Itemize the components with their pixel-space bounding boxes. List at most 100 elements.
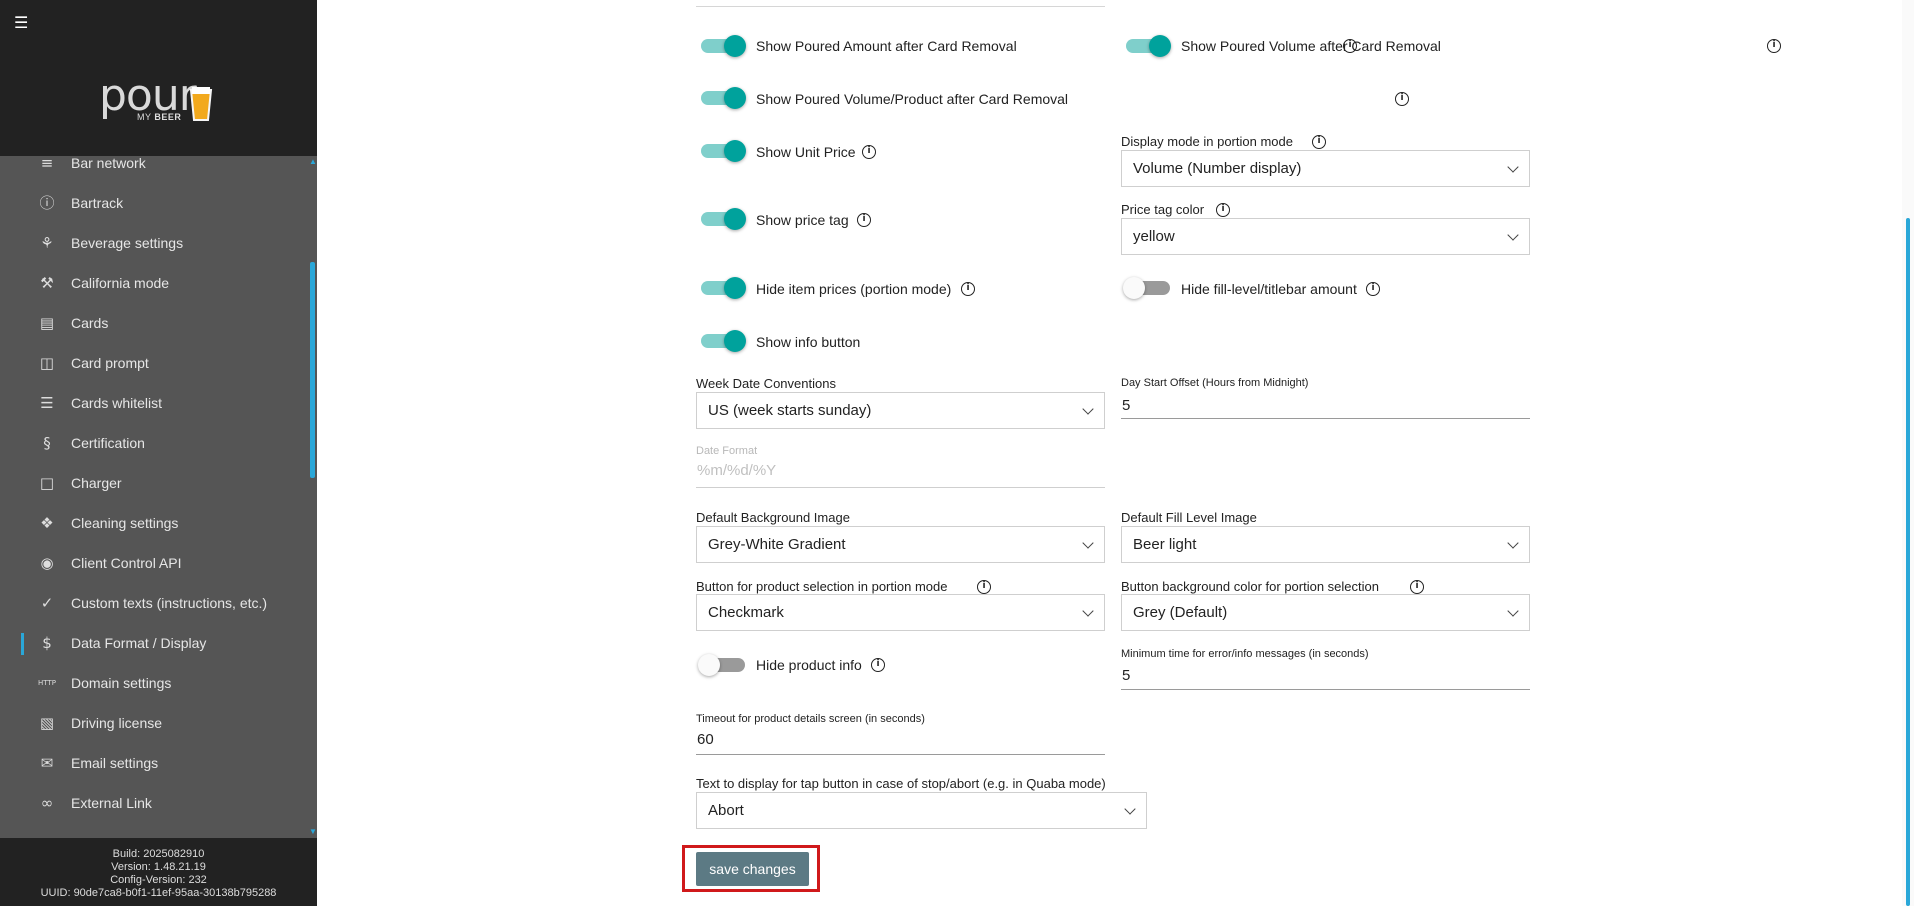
default-bg-label: Default Background Image — [696, 510, 850, 525]
build-text: Build: 2025082910 — [112, 848, 205, 860]
config-version-text: Config-Version: 232 — [110, 874, 207, 886]
date-format-input: %m/%d/%Y — [696, 462, 1105, 488]
hide-product-info-label: Hide product info — [756, 657, 862, 673]
poured-amount-label: Show Poured Amount after Card Removal — [756, 38, 1017, 54]
info-icon[interactable]: i — [862, 145, 876, 159]
uuid-text: UUID: 90de7ca8-b0f1-11ef-95aa-30138b7952… — [40, 887, 277, 899]
abort-text-label: Text to display for tap button in case o… — [696, 776, 1106, 791]
sidebar-nav: ≡ Bar network ⓘ Bartrack ⚘ Beverage sett… — [0, 156, 317, 838]
hide-item-prices-toggle[interactable] — [698, 277, 748, 299]
info-icon[interactable]: i — [1395, 92, 1409, 106]
chevron-down-icon — [1082, 605, 1094, 617]
week-date-select[interactable]: US (week starts sunday) — [696, 392, 1105, 429]
price-tag-toggle[interactable] — [698, 208, 748, 230]
sidebar-scrollbar[interactable] — [308, 156, 317, 838]
poured-volume-toggle[interactable] — [1123, 35, 1173, 57]
product-button-select[interactable]: Checkmark — [696, 594, 1105, 631]
default-fill-select[interactable]: Beer light — [1121, 526, 1530, 563]
section-icon: § — [43, 434, 51, 452]
min-time-input[interactable]: 5 — [1121, 667, 1530, 690]
sidebar-item-card-prompt[interactable]: ◫ Card prompt — [0, 343, 306, 383]
info-icon[interactable]: i — [857, 213, 871, 227]
info-icon[interactable]: i — [961, 282, 975, 296]
sidebar-item-domain-settings[interactable]: HTTP Domain settings — [0, 663, 306, 703]
chevron-down-icon — [1124, 803, 1136, 815]
week-date-value: US (week starts sunday) — [708, 402, 872, 419]
sidebar-item-label: Beverage settings — [71, 235, 184, 251]
display-mode-select[interactable]: Volume (Number display) — [1121, 150, 1530, 187]
timeout-input[interactable]: 60 — [696, 731, 1105, 755]
sidebar-item-label: Cleaning settings — [71, 515, 179, 531]
logo: pour MY BEER — [99, 74, 219, 130]
sidebar-item-label: Cards — [71, 315, 109, 331]
sidebar-item-california-mode[interactable]: ⚒ California mode — [0, 263, 306, 303]
week-date-label: Week Date Conventions — [696, 376, 836, 391]
sidebar-header: ☰ pour MY BEER — [0, 0, 317, 156]
info-icon[interactable]: i — [871, 658, 885, 672]
save-changes-button[interactable]: save changes — [696, 852, 809, 886]
button-bg-select[interactable]: Grey (Default) — [1121, 594, 1530, 631]
sidebar-item-cleaning-settings[interactable]: ❖ Cleaning settings — [0, 503, 306, 543]
info-button-toggle[interactable] — [698, 330, 748, 352]
sidebar-item-charger[interactable]: □ Charger — [0, 463, 306, 503]
display-mode-label: Display mode in portion mode — [1121, 134, 1293, 149]
sidebar-item-email-settings[interactable]: ✉ Email settings — [0, 743, 306, 783]
sidebar-item-label: Driving license — [71, 715, 163, 731]
timeout-value: 60 — [697, 731, 714, 748]
default-bg-value: Grey-White Gradient — [708, 536, 846, 553]
info-icon[interactable]: i — [977, 580, 991, 594]
sidebar-item-driving-license[interactable]: ▧ Driving license — [0, 703, 306, 743]
sidebar-item-label: Cards whitelist — [71, 395, 163, 411]
date-format-value: %m/%d/%Y — [697, 462, 777, 479]
sidebar-item-beverage-settings[interactable]: ⚘ Beverage settings — [0, 223, 306, 263]
main-scroll-thumb[interactable] — [1906, 218, 1910, 906]
default-fill-label: Default Fill Level Image — [1121, 510, 1257, 525]
poured-volume-product-toggle[interactable] — [698, 87, 748, 109]
sidebar-item-cards-whitelist[interactable]: ☰ Cards whitelist — [0, 383, 306, 423]
sidebar-item-bar-network[interactable]: ≡ Bar network — [0, 156, 306, 183]
unit-price-toggle[interactable] — [698, 140, 748, 162]
sidebar-item-data-format-display[interactable]: $ Data Format / Display — [0, 623, 306, 663]
info-icon[interactable]: i — [1366, 282, 1380, 296]
sidebar-item-label: Bartrack — [71, 195, 124, 211]
sidebar-item-custom-texts[interactable]: ✓ Custom texts (instructions, etc.) — [0, 583, 306, 623]
day-start-label: Day Start Offset (Hours from Midnight) — [1121, 377, 1309, 389]
info-icon[interactable]: i — [1216, 203, 1230, 217]
sidebar-scroll-thumb[interactable] — [310, 262, 315, 478]
sidebar-item-certification[interactable]: § Certification — [0, 423, 306, 463]
logo-subtitle: MY BEER — [137, 112, 182, 122]
beverage-icon: ⚘ — [40, 234, 54, 252]
abort-text-select[interactable]: Abort — [696, 792, 1147, 829]
price-tag-color-select[interactable]: yellow — [1121, 218, 1530, 255]
sidebar-item-label: Email settings — [71, 755, 159, 771]
poured-amount-toggle[interactable] — [698, 35, 748, 57]
sidebar-item-partial[interactable]: ● — [0, 823, 306, 838]
sidebar-item-client-control-api[interactable]: ◉ Client Control API — [0, 543, 306, 583]
sidebar-item-label: Card prompt — [71, 355, 149, 371]
version-text: Version: 1.48.21.19 — [111, 861, 206, 873]
hide-product-info-toggle[interactable] — [698, 654, 748, 676]
sidebar-item-bartrack[interactable]: ⓘ Bartrack — [0, 183, 306, 223]
day-start-value: 5 — [1122, 397, 1131, 414]
hide-fill-level-toggle[interactable] — [1123, 277, 1173, 299]
main-content: Show Poured Amount after Card Removal i … — [317, 0, 1902, 906]
abort-text-value: Abort — [708, 802, 744, 819]
info-icon[interactable]: i — [1410, 580, 1424, 594]
sidebar-item-external-link[interactable]: ∞ External Link — [0, 783, 306, 823]
scroll-up-arrow-icon[interactable]: ▲ — [309, 158, 317, 166]
default-bg-select[interactable]: Grey-White Gradient — [696, 526, 1105, 563]
sidebar: ☰ pour MY BEER ≡ Bar network ⓘ Bartrack … — [0, 0, 317, 906]
sidebar-item-cards[interactable]: ▤ Cards — [0, 303, 306, 343]
poured-volume-label: Show Poured Volume after Card Removal — [1181, 38, 1441, 54]
hamburger-icon[interactable]: ☰ — [14, 14, 32, 32]
credit-card-icon: ▤ — [39, 314, 55, 332]
poured-volume-product-label: Show Poured Volume/Product after Card Re… — [756, 91, 1069, 107]
info-icon[interactable]: i — [1767, 39, 1781, 53]
sidebar-item-label: Data Format / Display — [71, 635, 207, 651]
chevron-down-icon — [1082, 403, 1094, 415]
day-start-input[interactable]: 5 — [1121, 397, 1530, 419]
previous-field-underline — [696, 6, 1105, 7]
scroll-down-arrow-icon[interactable]: ▼ — [309, 828, 317, 836]
network-icon: ≡ — [40, 156, 54, 172]
info-icon[interactable]: i — [1312, 135, 1326, 149]
